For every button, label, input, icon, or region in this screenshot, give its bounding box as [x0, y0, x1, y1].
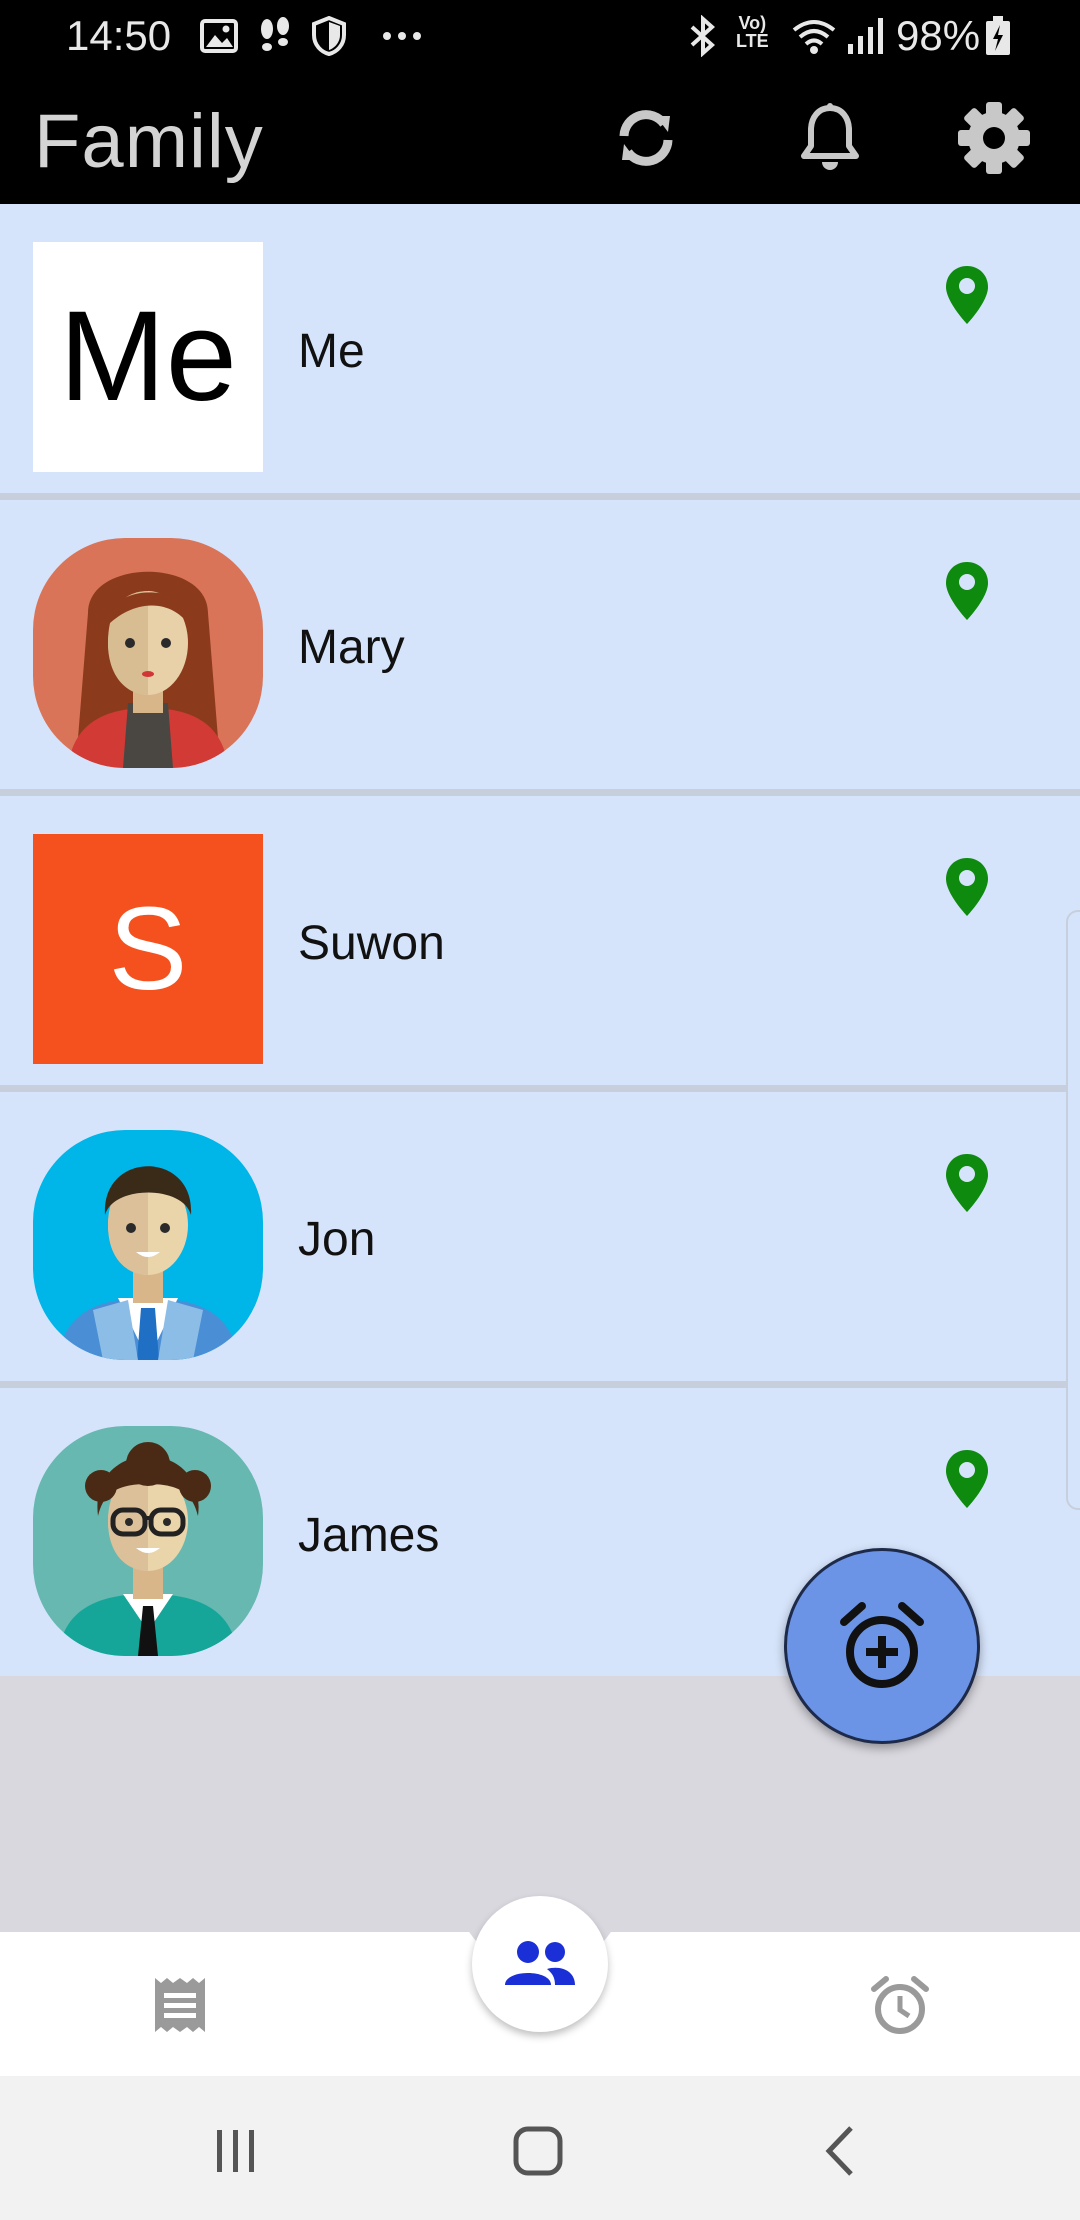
location-pin-icon[interactable]: [943, 856, 991, 918]
footprints-icon: [258, 14, 292, 58]
member-name: James: [298, 1509, 440, 1562]
location-pin-icon[interactable]: [943, 1448, 991, 1510]
status-bar: 14:50 Vo) LTE 98%: [0, 0, 1080, 72]
home-icon[interactable]: [503, 2116, 573, 2186]
avatar-initials: S: [108, 883, 188, 1015]
bluetooth-icon: [688, 14, 718, 58]
signal-icon: [846, 14, 886, 58]
system-navigation: [0, 2076, 1080, 2220]
app-bar: Family: [0, 72, 1080, 204]
location-pin-icon[interactable]: [943, 1152, 991, 1214]
page-title: Family: [34, 99, 264, 184]
refresh-icon[interactable]: [606, 98, 686, 178]
back-icon[interactable]: [806, 2116, 876, 2186]
scroll-indicator[interactable]: [1066, 910, 1080, 1510]
woman-avatar-icon: [33, 538, 263, 768]
people-icon: [505, 1941, 575, 1985]
nav-family-tab[interactable]: [472, 1896, 608, 2032]
man-avatar-icon: [33, 1130, 263, 1360]
battery-charging-icon: [984, 14, 1012, 58]
avatar: Me: [33, 242, 263, 472]
recent-apps-icon[interactable]: [201, 2116, 271, 2186]
location-pin-icon[interactable]: [943, 264, 991, 326]
member-row-me[interactable]: Me Me: [0, 204, 1080, 500]
member-name: Jon: [298, 1213, 376, 1266]
avatar: S: [33, 834, 263, 1064]
status-time: 14:50: [66, 12, 172, 59]
member-list: Me Me Mary S Suwon Jon James: [0, 204, 1080, 1676]
avatar-initials: Me: [59, 285, 237, 428]
avatar: [33, 1130, 263, 1360]
nav-receipt-tab[interactable]: [145, 1970, 215, 2040]
member-row-jon[interactable]: Jon: [0, 1092, 1080, 1388]
avatar: [33, 538, 263, 768]
receipt-icon: [155, 1978, 205, 2032]
member-row-mary[interactable]: Mary: [0, 500, 1080, 796]
member-name: Mary: [298, 621, 405, 674]
member-row-suwon[interactable]: S Suwon: [0, 796, 1080, 1092]
member-name: Me: [298, 325, 365, 378]
location-pin-icon[interactable]: [943, 560, 991, 622]
bell-icon[interactable]: [790, 98, 870, 178]
wifi-icon: [790, 14, 838, 58]
add-alarm-icon: [840, 1602, 924, 1688]
avatar: [33, 1426, 263, 1656]
glasses-man-avatar-icon: [33, 1426, 263, 1656]
member-name: Suwon: [298, 917, 445, 970]
screen: 14:50 Vo) LTE 98% Family Me Me Mary S Su…: [0, 0, 1080, 2220]
nav-alarm-tab[interactable]: [865, 1970, 935, 2040]
battery-percent: 98%: [896, 12, 981, 59]
gallery-icon: [200, 14, 238, 58]
alarm-icon: [871, 1976, 929, 2034]
more-dots-icon: [382, 14, 422, 58]
volte-icon: Vo) LTE: [736, 13, 769, 51]
add-alarm-button[interactable]: [784, 1548, 980, 1744]
shield-icon: [312, 14, 346, 58]
settings-icon[interactable]: [954, 98, 1034, 178]
